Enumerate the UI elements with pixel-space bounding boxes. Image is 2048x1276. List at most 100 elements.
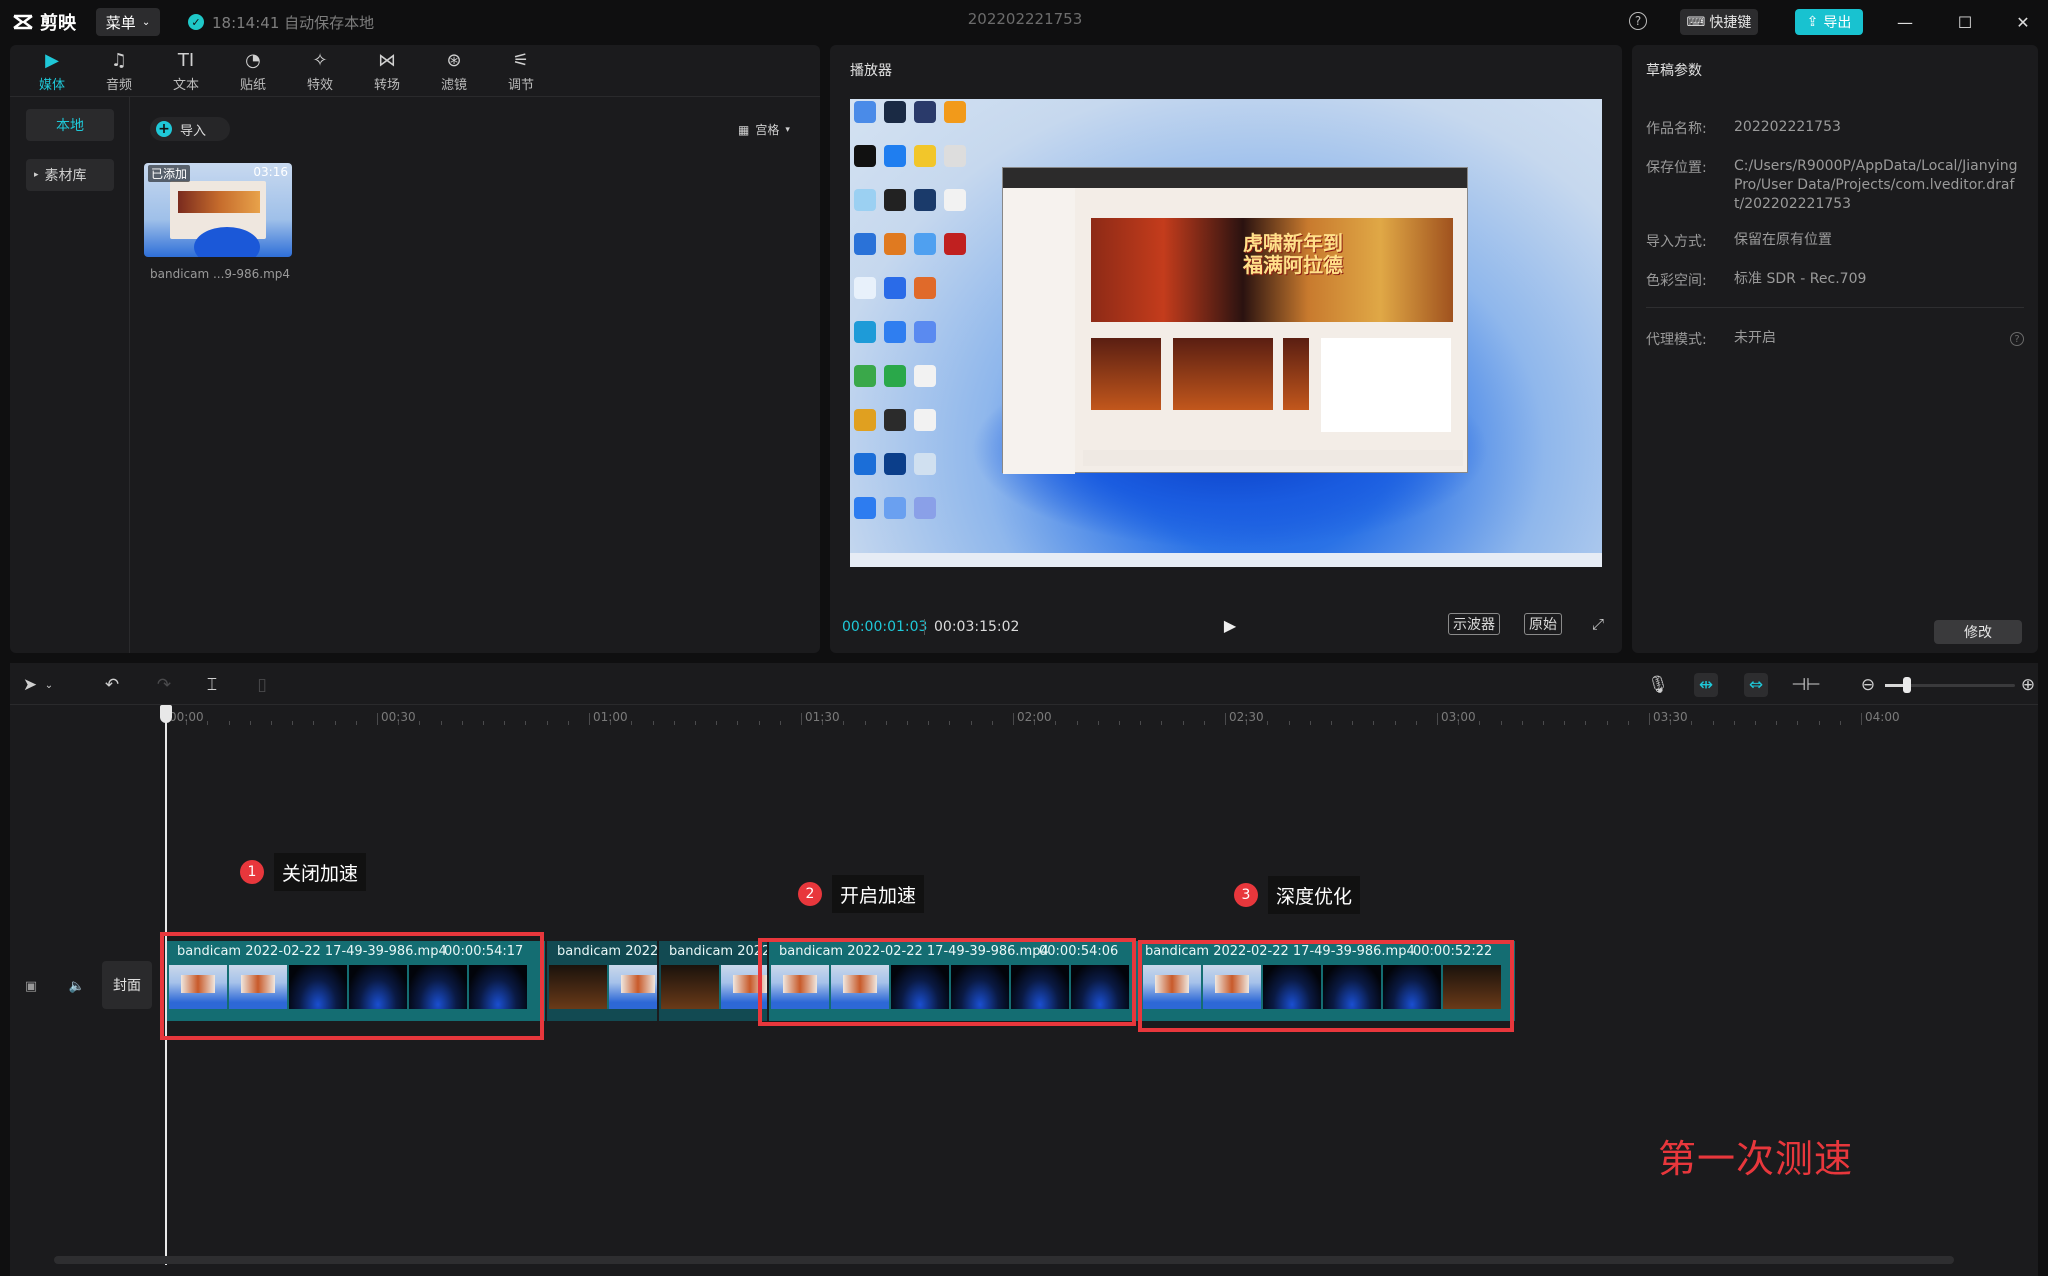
added-badge: 已添加 bbox=[148, 165, 191, 182]
split-icon[interactable]: ⌶ bbox=[200, 673, 224, 697]
microphone-icon[interactable]: 🎙 bbox=[1646, 673, 1670, 697]
fullscreen-icon[interactable]: ⤢ bbox=[1587, 613, 1609, 635]
tab-sticker[interactable]: ◔ 贴纸 bbox=[223, 49, 283, 95]
ruler-minor-tick bbox=[292, 721, 294, 725]
ruler-minor-tick bbox=[1034, 721, 1036, 725]
ruler-minor-tick bbox=[1309, 721, 1311, 725]
timeline-scrollbar[interactable] bbox=[54, 1256, 1954, 1264]
time-ruler[interactable]: 00:00 00:30 01:00 01:30 02:00 02:30 03:00 03:30… bbox=[165, 705, 2038, 729]
zoom-in-icon[interactable]: ⊕ bbox=[2016, 673, 2040, 697]
mute-icon[interactable]: 🔈 bbox=[68, 977, 86, 995]
playhead-handle[interactable] bbox=[160, 705, 172, 723]
ruler-minor-tick bbox=[186, 721, 188, 725]
ruler-minor-tick bbox=[1479, 721, 1481, 725]
help-icon[interactable]: ? bbox=[1629, 12, 1647, 30]
close-icon[interactable]: ✕ bbox=[2008, 8, 2038, 36]
ruler-minor-tick bbox=[1500, 721, 1502, 725]
app-logo: 剪映 bbox=[12, 9, 76, 35]
tab-transition[interactable]: ⋈ 转场 bbox=[357, 49, 417, 95]
video-clip[interactable]: bandicam 2022- bbox=[659, 941, 767, 1021]
ruler-minor-tick bbox=[271, 721, 272, 725]
shortcut-button[interactable]: ⌨ 快捷键 bbox=[1680, 9, 1758, 35]
ruler-minor-tick bbox=[1691, 721, 1693, 725]
zoom-out-icon[interactable]: ⊖ bbox=[1856, 673, 1880, 697]
prop-save-location: 保存位置: C:/Users/R9000P/AppData/Local/Jiany… bbox=[1646, 158, 2018, 212]
ruler-minor-tick bbox=[1564, 721, 1566, 725]
ruler-minor-tick bbox=[673, 721, 675, 725]
modify-button[interactable]: 修改 bbox=[1934, 620, 2022, 644]
menu-button[interactable]: 菜单 ⌄ bbox=[96, 8, 160, 36]
sidebar-item-local[interactable]: 本地 bbox=[26, 109, 114, 141]
linkage-icon[interactable]: ⊣⊢ bbox=[1791, 673, 1821, 697]
ruler-minor-tick bbox=[1733, 721, 1735, 725]
video-track-icon[interactable]: ▣ bbox=[22, 977, 40, 995]
ruler-tick bbox=[801, 713, 802, 725]
menu-label: 菜单 bbox=[105, 13, 136, 32]
grid-icon: ▦ bbox=[738, 122, 750, 137]
ruler-minor-tick bbox=[228, 721, 230, 725]
annotation-number: 3 bbox=[1234, 883, 1258, 907]
tab-effects[interactable]: ✧ 特效 bbox=[290, 49, 350, 95]
ruler-minor-tick bbox=[1415, 721, 1417, 725]
prop-color-space: 色彩空间: 标准 SDR - Rec.709 bbox=[1646, 271, 1867, 289]
zoom-slider-handle[interactable] bbox=[1903, 677, 1911, 693]
ruler-minor-tick bbox=[1755, 721, 1756, 725]
clip-name: bandicam 2022- bbox=[669, 944, 767, 959]
tab-label: 滤镜 bbox=[440, 78, 467, 93]
thumbnail-duration: 03:16 bbox=[253, 165, 288, 179]
tab-audio[interactable]: ♫ 音频 bbox=[89, 49, 149, 95]
shortcut-label: 快捷键 bbox=[1709, 15, 1752, 31]
import-button[interactable]: + 导入 bbox=[150, 117, 230, 141]
sidebar-item-library[interactable]: ▸ 素材库 bbox=[26, 159, 114, 191]
adjust-icon: ⚟ bbox=[512, 50, 530, 71]
media-thumbnail[interactable]: 已添加 03:16 bbox=[144, 163, 292, 257]
app-window: 虎啸新年到 福满阿拉德 bbox=[1002, 167, 1468, 474]
delete-icon[interactable]: ▯ bbox=[250, 673, 274, 697]
tab-adjust[interactable]: ⚟ 调节 bbox=[491, 49, 551, 95]
ruler-tick bbox=[1861, 713, 1862, 725]
ruler-minor-tick bbox=[249, 721, 251, 725]
ruler-minor-tick bbox=[398, 721, 400, 725]
auto-snap-icon[interactable]: ⇔ bbox=[1744, 673, 1768, 697]
tab-text[interactable]: TI 文本 bbox=[156, 49, 216, 95]
video-clip[interactable]: bandicam 2022- bbox=[547, 941, 657, 1021]
ruler-minor-tick bbox=[843, 721, 845, 725]
ruler-minor-tick bbox=[1076, 721, 1078, 725]
ruler-minor-tick bbox=[440, 721, 442, 725]
ruler-tick bbox=[1013, 713, 1014, 725]
annotation-caption: 第一次测速 bbox=[1658, 1137, 1854, 1181]
video-preview[interactable]: 虎啸新年到 福满阿拉德 bbox=[850, 99, 1602, 567]
clip-frames bbox=[661, 965, 767, 1009]
view-mode-toggle[interactable]: ▦ 宫格 ▾ bbox=[738, 121, 790, 138]
ruler-minor-tick bbox=[1776, 721, 1778, 725]
ruler-minor-tick bbox=[949, 721, 951, 725]
info-icon[interactable]: ? bbox=[2010, 332, 2024, 346]
ruler-minor-tick bbox=[631, 721, 633, 725]
undo-icon[interactable]: ↶ bbox=[100, 673, 124, 697]
tab-media[interactable]: ▶ 媒体 bbox=[22, 49, 82, 95]
play-icon[interactable]: ▶ bbox=[1218, 613, 1242, 637]
scope-button[interactable]: 示波器 bbox=[1448, 613, 1500, 635]
text-icon: TI bbox=[177, 50, 195, 71]
ruler-minor-tick bbox=[991, 721, 993, 725]
select-cursor-icon[interactable]: ➤ bbox=[18, 673, 42, 697]
redo-icon[interactable]: ↷ bbox=[152, 673, 176, 697]
ruler-minor-tick bbox=[1267, 721, 1269, 725]
ruler-minor-tick bbox=[1288, 721, 1290, 725]
tab-label: 音频 bbox=[105, 78, 132, 93]
ruler-minor-tick bbox=[567, 721, 569, 725]
minimize-icon[interactable]: — bbox=[1890, 8, 1920, 36]
annotation-label: 开启加速 bbox=[832, 875, 925, 913]
annotation-label: 深度优化 bbox=[1268, 876, 1361, 914]
main-track-magnet-icon[interactable]: ⇹ bbox=[1694, 673, 1718, 697]
ruler-minor-tick bbox=[1352, 721, 1354, 725]
cover-button[interactable]: 封面 bbox=[102, 961, 152, 1009]
tab-filter[interactable]: ⊛ 滤镜 bbox=[424, 49, 484, 95]
media-icon: ▶ bbox=[45, 50, 59, 71]
export-button[interactable]: ⇪ 导出 bbox=[1795, 9, 1863, 35]
check-icon: ✓ bbox=[188, 14, 204, 30]
original-ratio-button[interactable]: 原始 bbox=[1524, 613, 1562, 635]
maximize-icon[interactable]: ☐ bbox=[1950, 8, 1980, 36]
chevron-down-icon[interactable]: ⌄ bbox=[42, 673, 56, 697]
document-title: 202202221753 bbox=[967, 10, 1083, 28]
